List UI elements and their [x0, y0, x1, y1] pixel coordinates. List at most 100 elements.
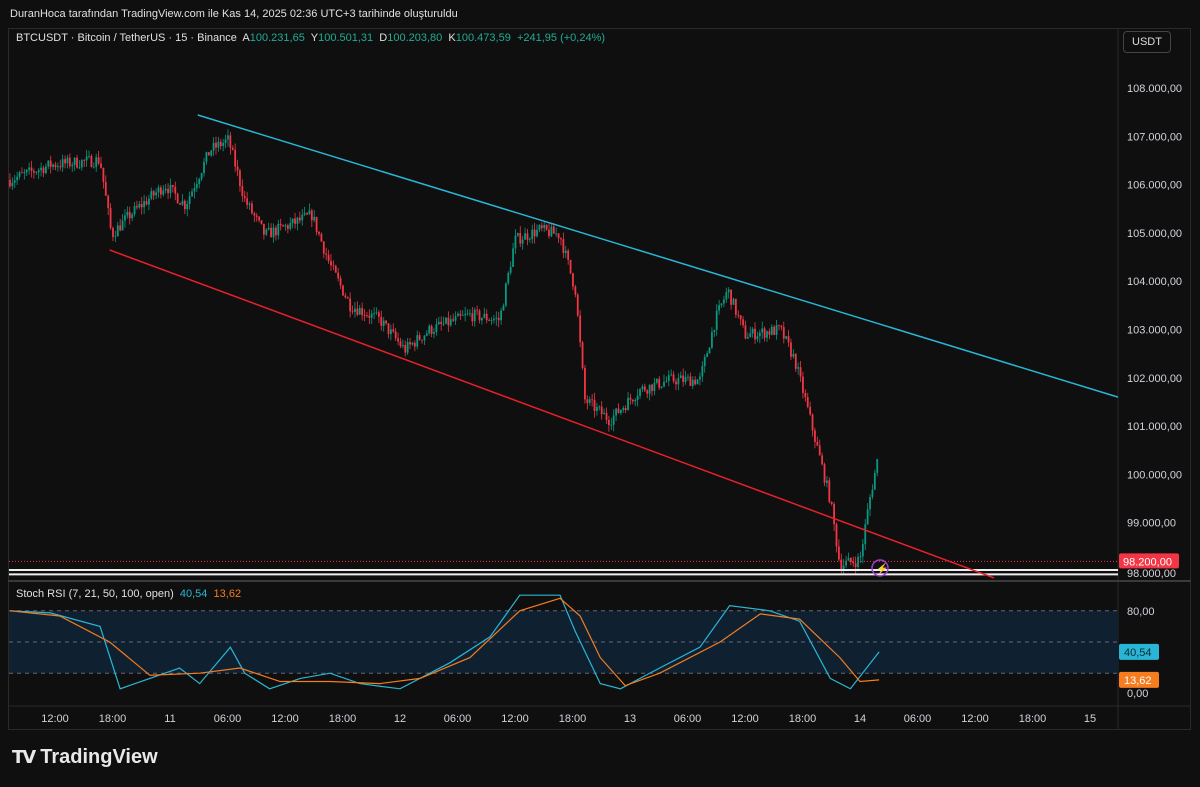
- candle-body: [327, 254, 330, 261]
- price-tick: 106.000,00: [1127, 180, 1182, 192]
- candle-body: [643, 386, 646, 391]
- candle-body: [809, 406, 812, 415]
- open-label: A: [242, 32, 250, 44]
- candle-body: [684, 376, 687, 382]
- candle-body: [164, 188, 167, 191]
- candle-body: [136, 206, 138, 208]
- stoch-d-label: 13,62: [1124, 675, 1152, 687]
- candle-body: [730, 289, 732, 305]
- candle-body: [42, 167, 45, 174]
- candle-body: [818, 445, 821, 456]
- candle-body: [337, 272, 340, 279]
- symbol-name[interactable]: BTCUSDT · Bitcoin / TetherUS · 15 · Bina…: [16, 32, 237, 44]
- candle-body: [814, 430, 816, 442]
- candle-body: [591, 399, 594, 401]
- candle-body: [699, 376, 701, 380]
- candle-body: [310, 210, 313, 221]
- close-value: 100.473,59: [455, 32, 511, 44]
- candle-body: [92, 166, 95, 168]
- candle-body: [303, 213, 306, 215]
- candle-body: [157, 187, 160, 193]
- candle-body: [191, 191, 193, 197]
- lightning-icon: ⚡: [876, 562, 888, 575]
- candle-body: [617, 408, 620, 413]
- candle-body: [519, 233, 522, 244]
- candle-body: [540, 225, 543, 228]
- candle-body: [409, 342, 411, 345]
- candle-body: [624, 408, 627, 411]
- price-tick: 98.000,00: [1127, 568, 1176, 580]
- k-value: 40,54: [179, 588, 208, 600]
- candle-body: [241, 185, 244, 197]
- candle-body: [344, 295, 347, 298]
- candle-body: [677, 378, 680, 385]
- candle-body: [236, 166, 239, 171]
- candle-body: [30, 167, 33, 171]
- candle-body: [318, 231, 320, 234]
- candle-body: [466, 313, 469, 315]
- candle-body: [526, 233, 529, 240]
- candle-body: [835, 524, 838, 547]
- candle-body: [224, 139, 227, 143]
- candle-body: [116, 225, 119, 237]
- candle-body: [291, 218, 294, 224]
- currency-button[interactable]: USDT: [1123, 31, 1171, 53]
- candle-body: [243, 196, 246, 199]
- candle-body: [457, 313, 459, 317]
- candle-body: [579, 315, 582, 343]
- d-value: 13,62: [213, 588, 242, 600]
- stoch-rsi-legend[interactable]: Stoch RSI (7, 21, 50, 100, open) 40,54 1…: [16, 588, 241, 600]
- candle-body: [231, 147, 234, 150]
- candle-body: [169, 185, 172, 194]
- price-tick: 99.000,00: [1127, 518, 1176, 530]
- candle-body: [562, 239, 565, 254]
- candle-body: [306, 213, 308, 215]
- candle-body: [768, 331, 771, 335]
- candle-body: [821, 455, 824, 465]
- candle-body: [500, 310, 502, 321]
- candle-body: [490, 320, 493, 321]
- candle-body: [509, 266, 512, 273]
- candle-body: [627, 397, 629, 411]
- candle-body: [171, 185, 174, 187]
- candle-body: [665, 380, 668, 382]
- candle-body: [425, 333, 428, 336]
- tv-logo-icon: 𝗧𝗩: [12, 747, 36, 767]
- candle-body: [399, 341, 402, 347]
- candle-body: [790, 342, 792, 357]
- candle-body: [478, 310, 481, 321]
- candle-body: [691, 379, 694, 387]
- candle-body: [272, 227, 275, 238]
- candle-body: [713, 329, 716, 333]
- candle-body: [253, 213, 256, 216]
- time-tick: 18:00: [99, 713, 127, 725]
- candle-body: [104, 181, 107, 196]
- candle-body: [703, 356, 706, 367]
- candle-body: [866, 509, 869, 525]
- candle-body: [600, 406, 603, 415]
- candle-body: [823, 464, 826, 483]
- candle-body: [205, 152, 208, 162]
- candle-body: [176, 193, 179, 204]
- candle-body: [401, 345, 404, 347]
- candle-body: [452, 319, 455, 321]
- candle-body: [804, 392, 807, 398]
- candle-body: [682, 375, 685, 382]
- candle-body: [660, 386, 663, 388]
- candle-body: [88, 155, 90, 157]
- candle-body: [95, 157, 98, 167]
- candle-body: [651, 384, 653, 392]
- candle-body: [689, 376, 692, 387]
- candle-body: [356, 308, 359, 315]
- candle-body: [524, 233, 526, 240]
- candle-body: [107, 195, 110, 209]
- candle-body: [770, 326, 773, 335]
- candle-body: [744, 325, 747, 339]
- candle-body: [725, 292, 728, 300]
- time-tick: 12:00: [961, 713, 989, 725]
- chart-canvas[interactable]: 108.000,00 107.000,00 106.000,00 105.000,00…: [0, 0, 1200, 787]
- candle-body: [826, 480, 828, 483]
- candle-body: [274, 227, 277, 236]
- candle-body: [222, 142, 225, 147]
- candle-body: [732, 298, 735, 305]
